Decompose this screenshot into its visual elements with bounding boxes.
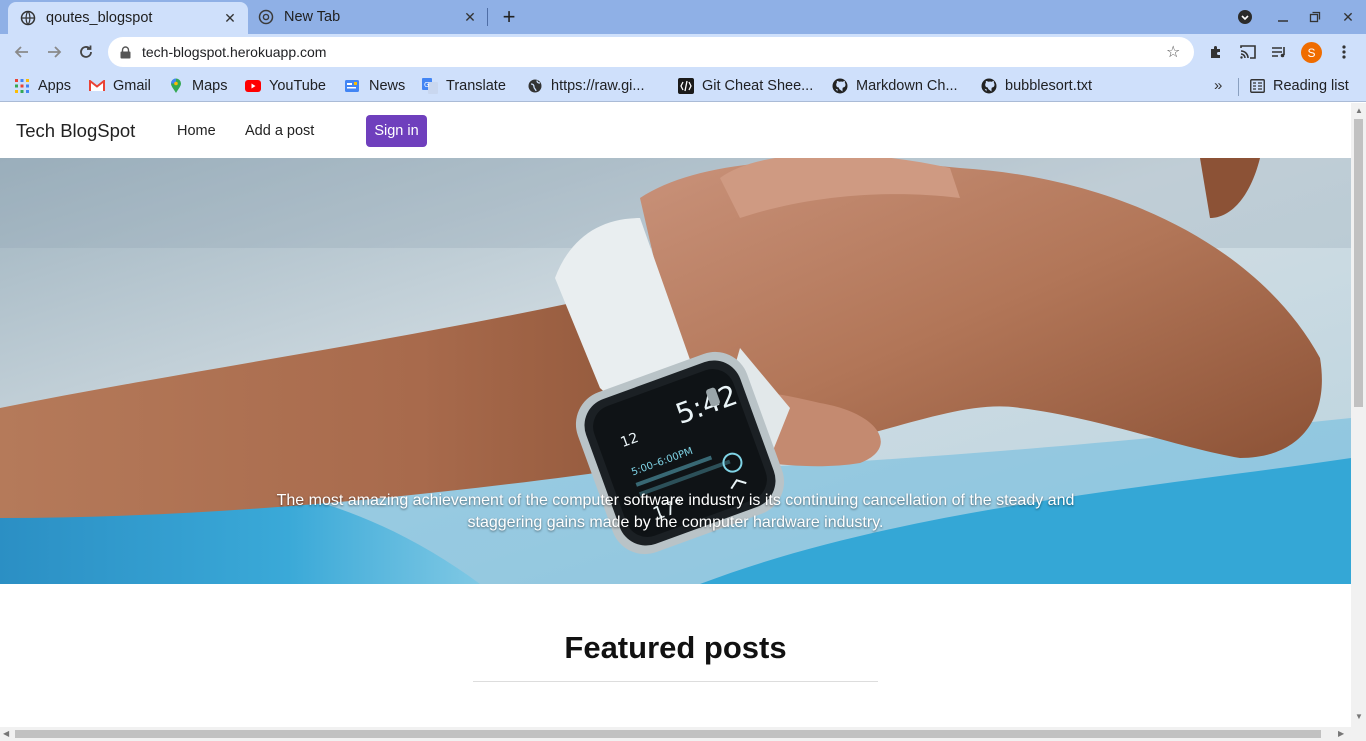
- nav-home-link[interactable]: Home: [177, 123, 216, 139]
- close-window-icon[interactable]: ✕: [1337, 6, 1359, 28]
- restore-icon[interactable]: [1304, 6, 1326, 28]
- bookmark-label: bubblesort.txt: [1005, 78, 1093, 94]
- hero-banner: 5:42 12 5:00–6:00PM 17° The most amazing…: [0, 158, 1351, 584]
- svg-text:G: G: [424, 81, 429, 89]
- cast-icon[interactable]: [1237, 41, 1259, 63]
- tab-new-tab[interactable]: New Tab ✕: [248, 0, 488, 34]
- bookmark-label: News: [369, 78, 406, 94]
- bookmark-apps[interactable]: Apps: [14, 75, 71, 97]
- featured-posts-heading: Featured posts: [564, 630, 787, 665]
- minimize-icon[interactable]: [1272, 6, 1294, 28]
- bookmark-gmail[interactable]: Gmail: [89, 75, 151, 97]
- globe-icon: [20, 10, 36, 26]
- browser-toolbar: tech-blogspot.herokuapp.com ☆ S: [0, 34, 1366, 70]
- tab-active[interactable]: qoutes_blogspot ✕: [8, 2, 248, 34]
- bookmark-git-cheat-sheet[interactable]: Git Cheat Shee...: [678, 75, 813, 97]
- bookmarks-divider: [1238, 78, 1239, 96]
- bookmark-label: Gmail: [113, 78, 151, 94]
- horizontal-scrollbar[interactable]: ◀ ▶: [0, 727, 1351, 741]
- bookmarks-bar: Apps Gmail Maps YouTube News G Translate: [0, 70, 1366, 102]
- lock-icon[interactable]: [120, 45, 134, 59]
- bookmark-label: Markdown Ch...: [856, 78, 958, 94]
- news-icon: [345, 78, 361, 94]
- bookmark-maps[interactable]: Maps: [168, 75, 227, 97]
- bookmark-label: Translate: [446, 78, 506, 94]
- bookmark-news[interactable]: News: [345, 75, 405, 97]
- back-arrow-icon[interactable]: [10, 40, 34, 64]
- reading-list-label: Reading list: [1273, 78, 1349, 94]
- address-bar[interactable]: tech-blogspot.herokuapp.com ☆: [108, 37, 1194, 67]
- vertical-scrollbar[interactable]: ▲ ▼: [1351, 103, 1366, 727]
- github-icon: [981, 78, 997, 94]
- maps-icon: [168, 78, 184, 94]
- bookmark-youtube[interactable]: YouTube: [245, 75, 326, 97]
- tab-divider: [487, 8, 488, 26]
- page-viewport: Tech BlogSpot Home Add a post Sign in 5:…: [0, 103, 1351, 727]
- media-queue-icon[interactable]: [1268, 41, 1290, 63]
- bookmark-raw-github[interactable]: https://raw.gi...: [527, 75, 645, 97]
- bookmark-label: Maps: [192, 78, 228, 94]
- forward-arrow-icon[interactable]: [42, 40, 66, 64]
- bookmarks-overflow-chevron-icon[interactable]: »: [1214, 77, 1222, 94]
- gmail-icon: [89, 78, 105, 94]
- bookmark-translate[interactable]: G Translate: [422, 75, 506, 97]
- globe-icon: [527, 78, 543, 94]
- bookmark-label: Apps: [38, 78, 72, 94]
- scrollbar-corner: [1351, 727, 1366, 741]
- tab-title: New Tab: [284, 9, 341, 25]
- bookmark-markdown-cheatsheet[interactable]: Markdown Ch...: [832, 75, 958, 97]
- reading-list-button[interactable]: Reading list: [1249, 75, 1349, 97]
- hero-quote: The most amazing achievement of the comp…: [276, 492, 1075, 531]
- tab-search-icon[interactable]: [1234, 6, 1256, 28]
- tab-title: qoutes_blogspot: [46, 10, 153, 26]
- new-tab-button[interactable]: +: [498, 4, 520, 29]
- scroll-down-arrow-icon[interactable]: ▼: [1355, 712, 1363, 721]
- bookmark-star-icon[interactable]: ☆: [1166, 42, 1184, 62]
- scroll-up-arrow-icon[interactable]: ▲: [1355, 106, 1363, 115]
- sign-in-button[interactable]: Sign in: [366, 115, 427, 147]
- vertical-scroll-thumb[interactable]: [1354, 119, 1363, 407]
- kebab-menu-icon[interactable]: [1333, 41, 1355, 63]
- reload-icon[interactable]: [74, 40, 98, 64]
- horizontal-scroll-thumb[interactable]: [15, 730, 1321, 738]
- site-brand[interactable]: Tech BlogSpot: [16, 120, 135, 142]
- tab-strip: qoutes_blogspot ✕ New Tab ✕ + ✕: [0, 0, 1366, 34]
- profile-avatar[interactable]: S: [1301, 42, 1322, 63]
- bookmark-label: YouTube: [269, 78, 326, 94]
- scroll-right-arrow-icon[interactable]: ▶: [1338, 729, 1344, 738]
- github-icon: [832, 78, 848, 94]
- translate-icon: G: [422, 78, 438, 94]
- featured-divider: [473, 681, 878, 682]
- bookmark-label: Git Cheat Shee...: [702, 78, 814, 94]
- nav-add-post-link[interactable]: Add a post: [245, 123, 314, 139]
- url-text[interactable]: tech-blogspot.herokuapp.com: [142, 44, 1166, 60]
- bookmark-bubblesort[interactable]: bubblesort.txt: [981, 75, 1092, 97]
- chrome-icon: [258, 9, 274, 25]
- site-navbar: Tech BlogSpot Home Add a post Sign in: [0, 103, 1351, 158]
- scroll-left-arrow-icon[interactable]: ◀: [3, 729, 9, 738]
- extensions-puzzle-icon[interactable]: [1205, 41, 1227, 63]
- reading-list-icon: [1249, 78, 1265, 94]
- close-tab-icon[interactable]: ✕: [220, 8, 240, 28]
- apps-grid-icon: [14, 78, 30, 94]
- devhints-icon: [678, 78, 694, 94]
- youtube-icon: [245, 78, 261, 94]
- close-tab-icon[interactable]: ✕: [460, 7, 480, 27]
- bookmark-label: https://raw.gi...: [551, 78, 645, 94]
